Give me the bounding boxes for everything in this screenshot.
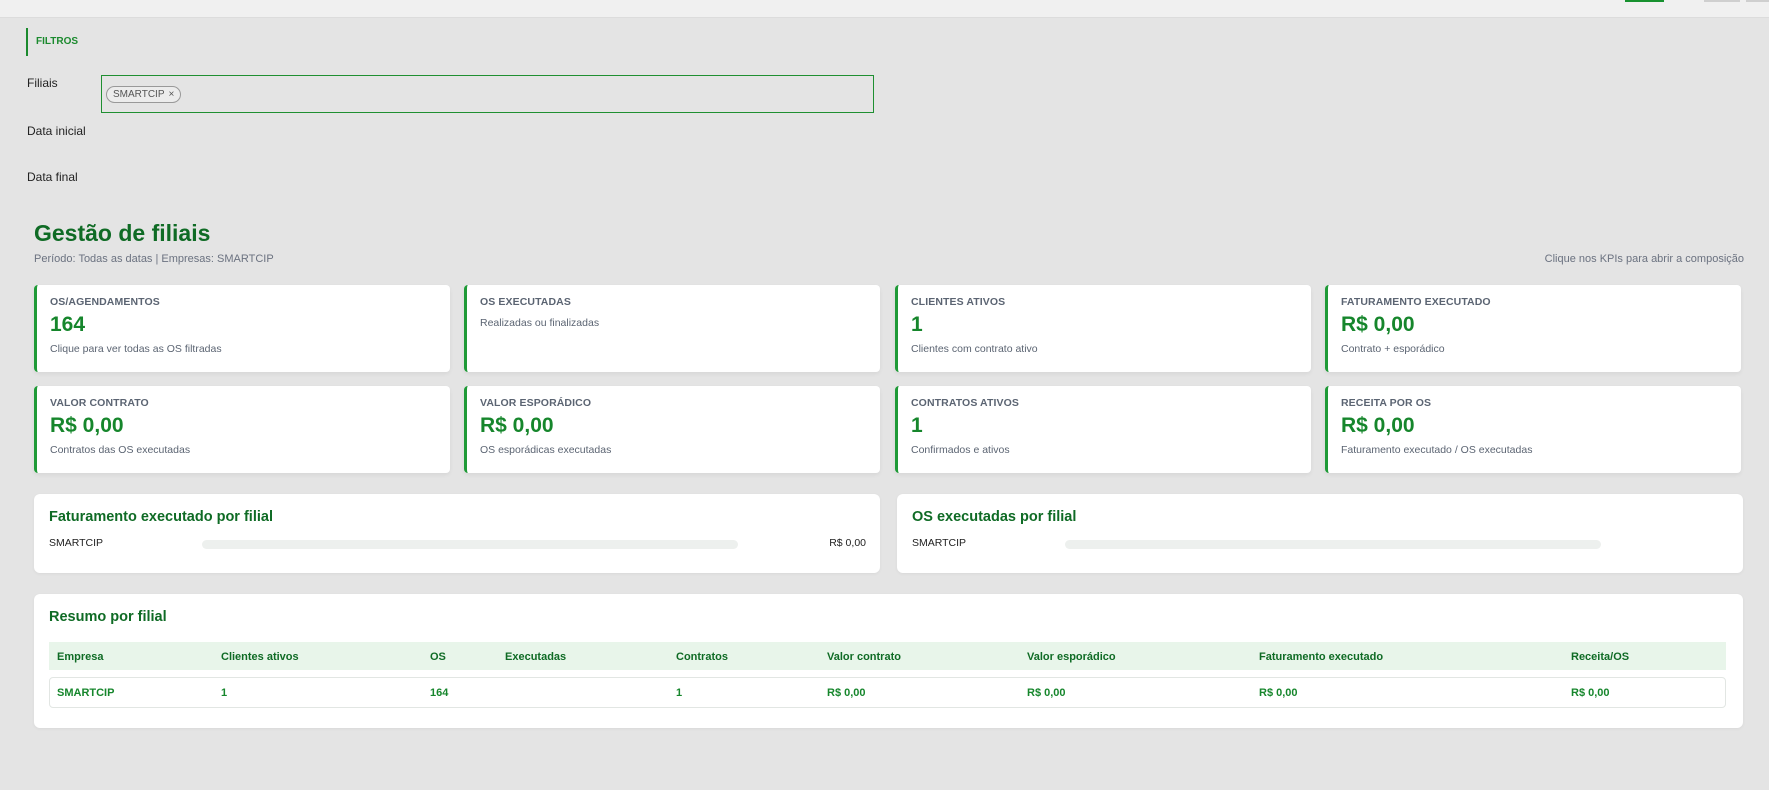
kpi-label: RECEITA POR OS [1341,397,1432,409]
kpi-label: VALOR CONTRATO [50,397,149,409]
kpi-description: Contrato + esporádico [1341,343,1445,355]
column-header-contratos: Contratos [676,651,728,663]
panel-title: OS executadas por filial [912,509,1077,525]
kpi-value: R$ 0,00 [480,414,554,437]
column-header-valor-esporadico: Valor esporádico [1027,651,1116,663]
filters-header: FILTROS [26,28,78,56]
kpi-label: CLIENTES ATIVOS [911,296,1006,308]
os-executadas-por-filial-panel: OS executadas por filial SMARTCIP [897,494,1743,573]
bar-label: SMARTCIP [49,537,104,549]
column-header-valor-contrato: Valor contrato [827,651,901,663]
data-final-label: Data final [27,170,78,184]
kpi-value: R$ 0,00 [1341,414,1415,437]
kpi-description: Clique para ver todas as OS filtradas [50,343,222,355]
kpi-hint: Clique nos KPIs para abrir a composição [1544,253,1744,265]
filiais-multiselect[interactable]: SMARTCIP × [101,75,874,113]
column-header-executadas: Executadas [505,651,567,663]
column-header-clientes-ativos: Clientes ativos [221,651,299,663]
column-header-receita-os: Receita/OS [1571,651,1630,663]
page-title: Gestão de filiais [34,220,211,246]
table-row[interactable]: SMARTCIP 1 164 1 R$ 0,00 R$ 0,00 R$ 0,00… [49,677,1726,708]
kpi-label: OS/AGENDAMENTOS [50,296,160,308]
cell-receita-os: R$ 0,00 [1571,687,1610,699]
column-header-faturamento-executado: Faturamento executado [1259,651,1384,663]
data-inicial-label: Data inicial [27,124,86,138]
faturamento-por-filial-panel: Faturamento executado por filial SMARTCI… [34,494,880,573]
bar-value: R$ 0,00 [829,537,866,549]
active-tab-indicator [1625,0,1664,2]
kpi-description: Contratos das OS executadas [50,444,191,456]
cell-valor-esporadico: R$ 0,00 [1027,687,1066,699]
filiais-label: Filiais [27,76,58,90]
kpi-description: Realizadas ou finalizadas [480,317,600,329]
cell-valor-contrato: R$ 0,00 [827,687,866,699]
kpi-label: FATURAMENTO EXECUTADO [1341,296,1491,308]
kpi-description: OS esporádicas executadas [480,444,612,456]
kpi-value: R$ 0,00 [50,414,124,437]
cell-os: 164 [430,687,449,699]
kpi-label: CONTRATOS ATIVOS [911,397,1019,409]
kpi-receita-por-os[interactable]: RECEITA POR OS R$ 0,00 Faturamento execu… [1325,386,1741,473]
kpi-description: Clientes com contrato ativo [911,343,1038,355]
kpi-valor-esporadico[interactable]: VALOR ESPORÁDICO R$ 0,00 OS esporádicas … [464,386,880,473]
cell-faturamento-executado: R$ 0,00 [1259,687,1298,699]
cell-contratos: 1 [676,687,683,699]
kpi-faturamento-executado[interactable]: FATURAMENTO EXECUTADO R$ 0,00 Contrato +… [1325,285,1741,372]
bar-track [202,540,738,549]
kpi-value: 1 [911,414,923,437]
column-header-empresa: Empresa [57,651,104,663]
resumo-por-filial-panel: Resumo por filial Empresa Clientes ativo… [34,594,1743,728]
top-bar [0,0,1769,18]
page-subtitle: Período: Todas as datas | Empresas: SMAR… [34,253,274,265]
bar-track [1065,540,1601,549]
table-header: Empresa Clientes ativos OS Executadas Co… [49,642,1726,670]
kpi-value: 164 [50,313,86,336]
kpi-label: VALOR ESPORÁDICO [480,397,592,409]
chip-remove-icon[interactable]: × [169,89,175,100]
kpi-value: 1 [911,313,923,336]
cell-empresa: SMARTCIP [57,687,115,699]
kpi-clientes-ativos[interactable]: CLIENTES ATIVOS 1 Clientes com contrato … [895,285,1311,372]
kpi-description: Faturamento executado / OS executadas [1341,444,1533,456]
bar-label: SMARTCIP [912,537,967,549]
kpi-description: Confirmados e ativos [911,444,1010,456]
kpi-os-executadas[interactable]: OS EXECUTADAS Realizadas ou finalizadas [464,285,880,372]
selected-filial-chip[interactable]: SMARTCIP × [106,86,182,103]
chip-label: SMARTCIP [113,89,165,100]
cell-clientes-ativos: 1 [221,687,228,699]
kpi-contratos-ativos[interactable]: CONTRATOS ATIVOS 1 Confirmados e ativos [895,386,1311,473]
kpi-os-agendamentos[interactable]: OS/AGENDAMENTOS 164 Clique para ver toda… [34,285,450,372]
topbar-button[interactable] [1704,0,1740,2]
kpi-value: R$ 0,00 [1341,313,1415,336]
panel-title: Resumo por filial [49,609,167,625]
column-header-os: OS [430,651,446,663]
topbar-button[interactable] [1746,0,1769,2]
kpi-valor-contrato[interactable]: VALOR CONTRATO R$ 0,00 Contratos das OS … [34,386,450,473]
panel-title: Faturamento executado por filial [49,509,273,525]
kpi-label: OS EXECUTADAS [480,296,571,308]
